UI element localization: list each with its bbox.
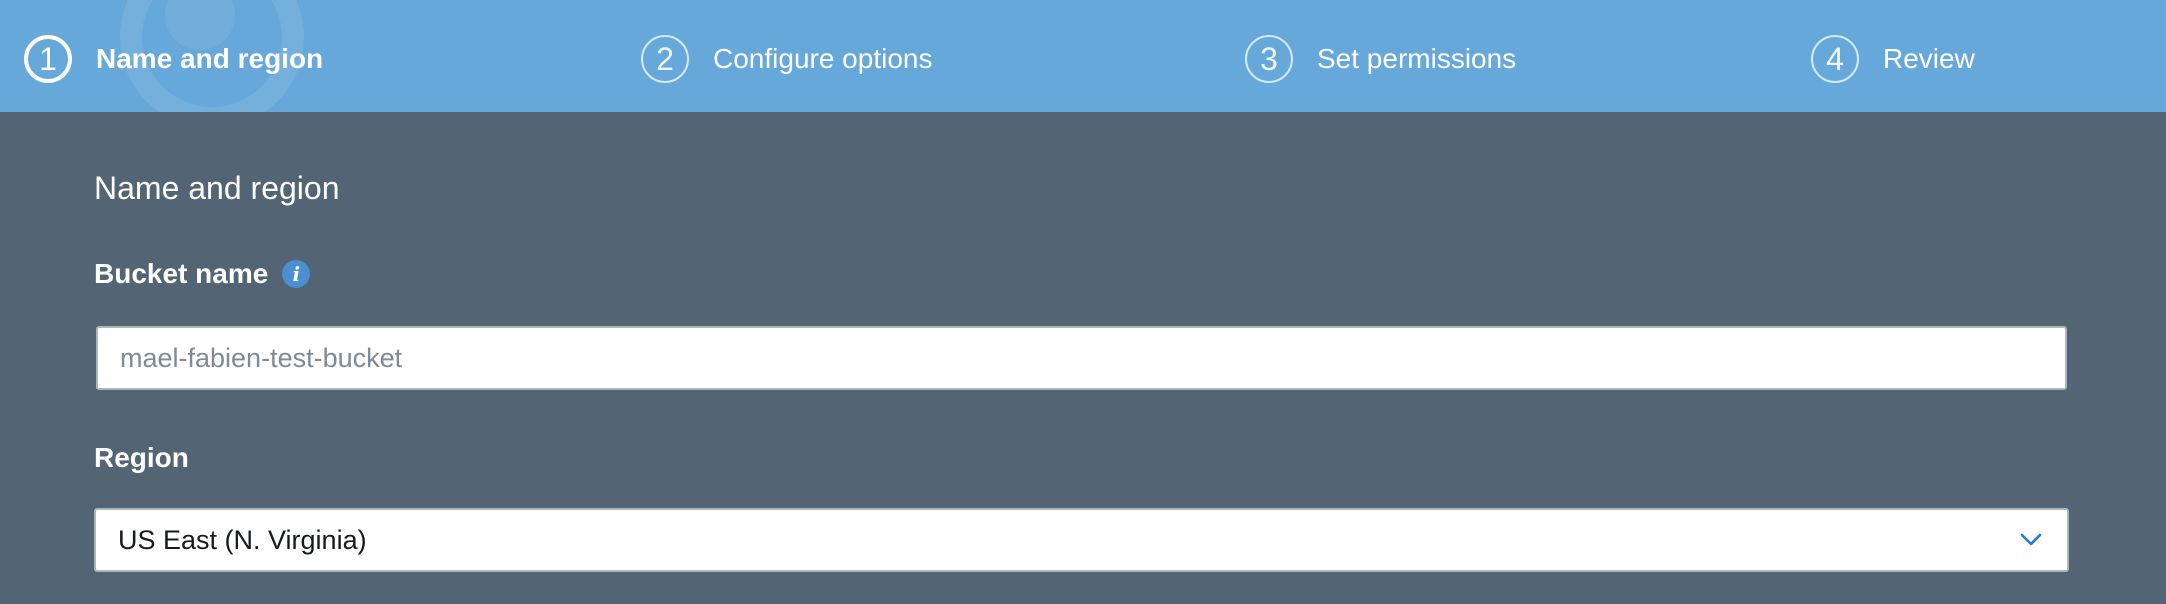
step-number: 4 [1811, 35, 1859, 83]
step-name-and-region[interactable]: 1 Name and region [24, 32, 323, 86]
chevron-down-icon [2017, 526, 2045, 554]
step-label: Set permissions [1317, 43, 1517, 74]
wizard-steps-bar: 1 Name and region 2 Configure options 3 … [0, 0, 2166, 112]
bucket-name-label: Bucket name i [94, 258, 311, 290]
step-number: 2 [641, 35, 689, 83]
step-set-permissions[interactable]: 3 Set permissions [1245, 32, 1516, 86]
region-select[interactable]: US East (N. Virginia) [94, 508, 2069, 572]
step-label: Review [1883, 43, 1975, 74]
region-selected-value: US East (N. Virginia) [118, 524, 367, 555]
step-label: Configure options [713, 43, 933, 74]
section-title: Name and region [94, 170, 340, 206]
region-label-text: Region [94, 442, 189, 473]
step-review[interactable]: 4 Review [1811, 32, 1975, 86]
step-configure-options[interactable]: 2 Configure options [641, 32, 932, 86]
step-label: Name and region [96, 43, 324, 74]
step-number: 1 [24, 35, 72, 83]
region-label: Region [94, 442, 189, 474]
bucket-name-label-text: Bucket name [94, 258, 269, 289]
step-number: 3 [1245, 35, 1293, 83]
bucket-name-input[interactable] [96, 326, 2067, 390]
info-icon[interactable]: i [282, 260, 311, 288]
